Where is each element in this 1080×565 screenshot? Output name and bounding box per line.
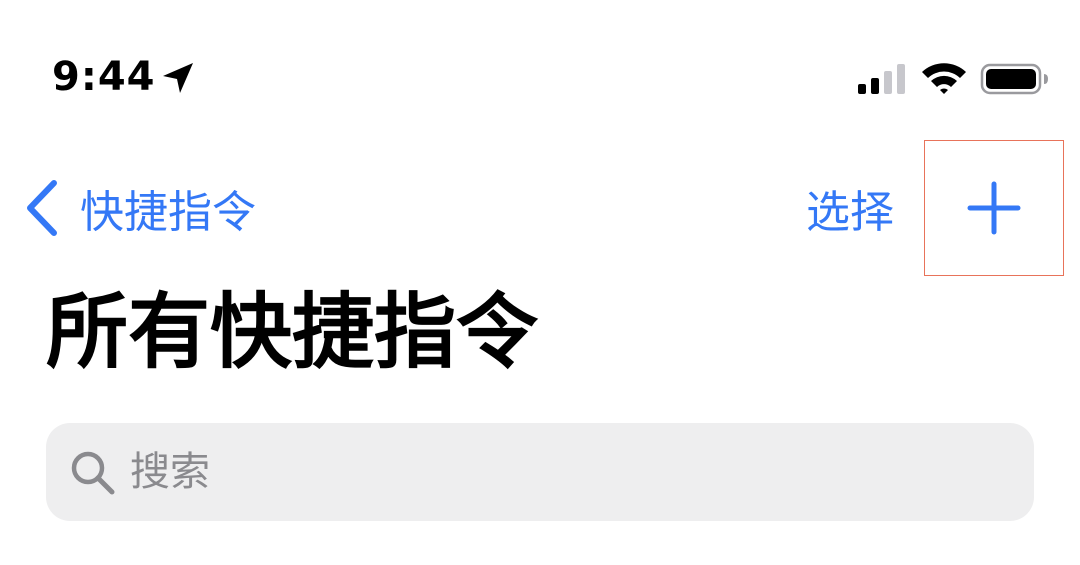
wifi-icon <box>922 63 966 94</box>
search-bar[interactable] <box>46 423 1034 521</box>
add-shortcut-button[interactable] <box>924 140 1064 276</box>
chevron-left-icon <box>27 180 57 236</box>
back-button-label: 快捷指令 <box>80 187 256 238</box>
location-arrow-icon <box>163 63 193 93</box>
status-bar: 9:44 <box>0 0 1080 140</box>
back-button[interactable]: 快捷指令 <box>24 178 256 238</box>
battery-icon <box>980 63 1048 95</box>
navigation-bar: 快捷指令 选择 <box>0 140 1080 280</box>
cellular-signal-icon <box>858 64 905 94</box>
page-title: 所有快捷指令 <box>46 285 539 380</box>
plus-icon <box>967 181 1021 235</box>
shortcuts-screen: 9:44 快捷指令 选择 所有快捷指令 搜索 <box>0 0 1080 565</box>
search-icon <box>71 451 115 495</box>
select-button[interactable]: 选择 <box>806 178 894 238</box>
status-time: 9:44 <box>52 54 156 100</box>
search-input[interactable] <box>130 449 990 495</box>
